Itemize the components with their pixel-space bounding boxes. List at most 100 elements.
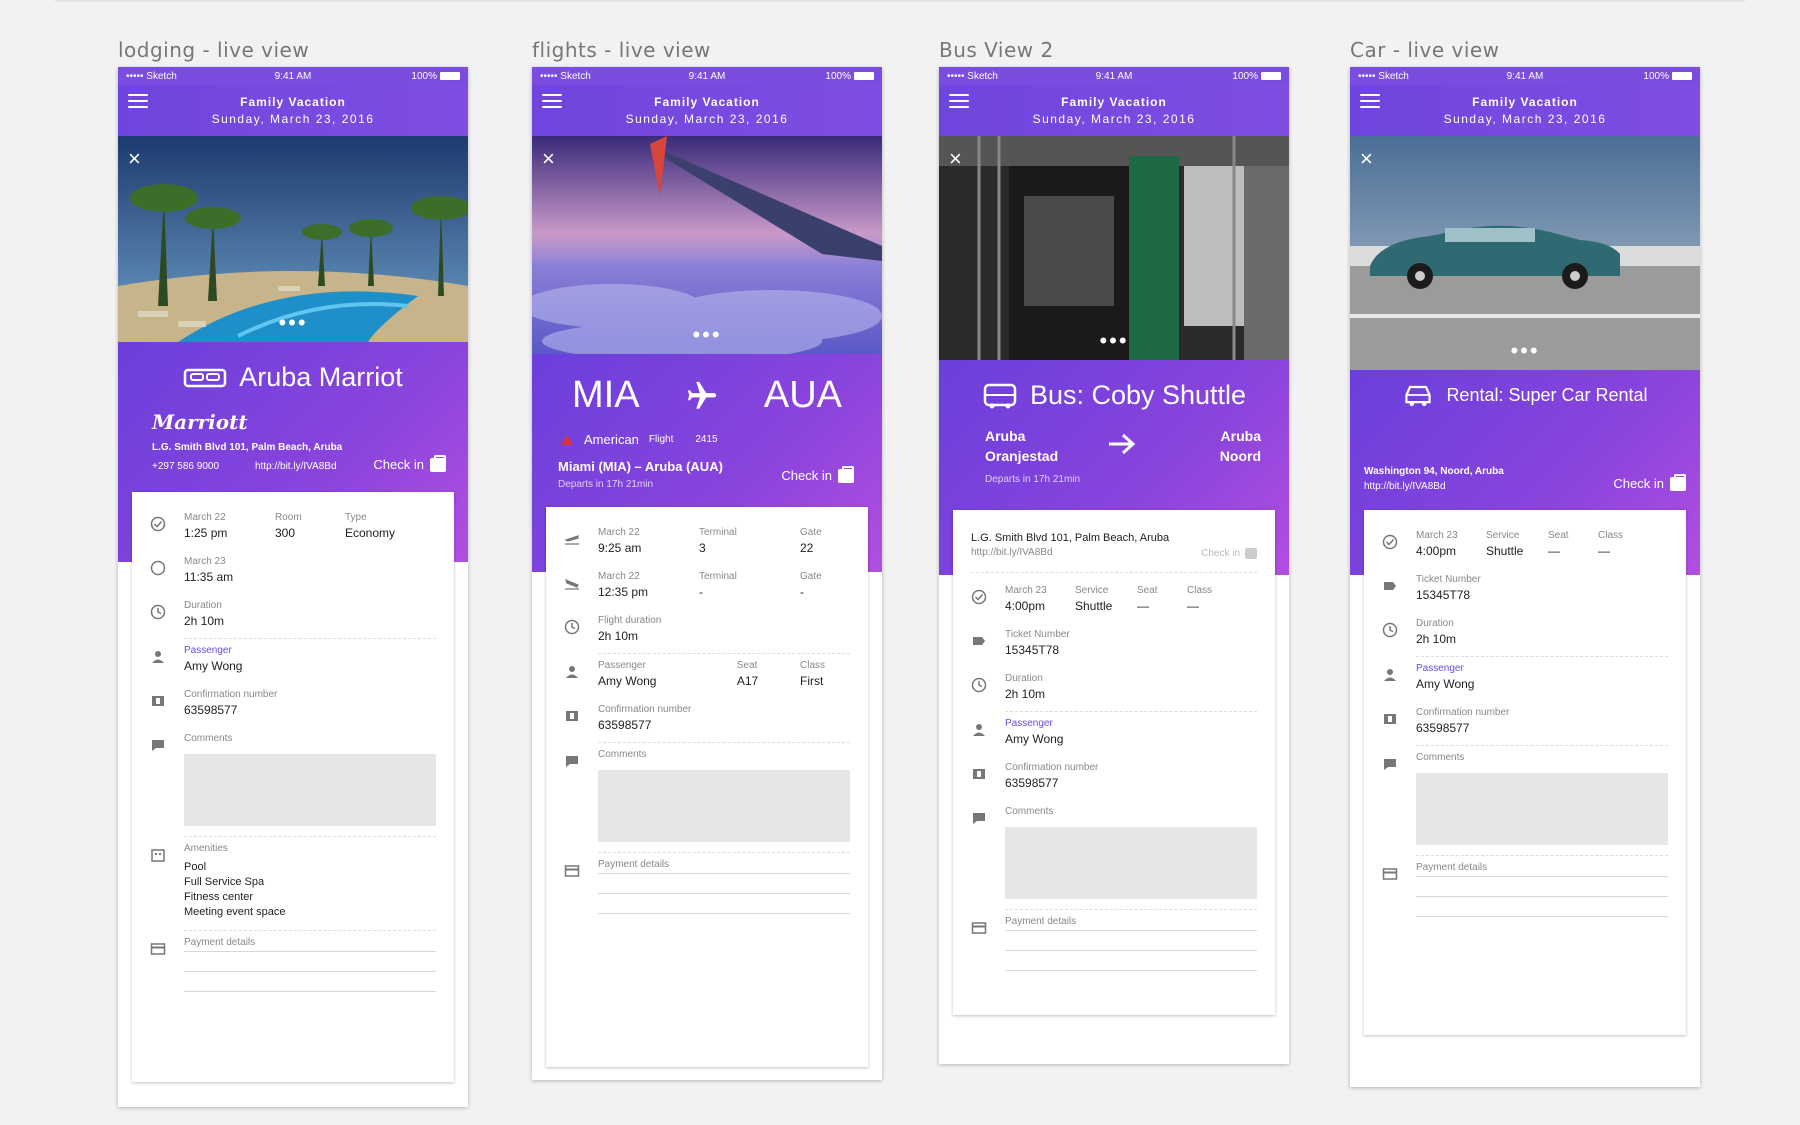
menu-icon[interactable]: [1360, 94, 1380, 110]
vintage-car-photo: [1350, 136, 1700, 370]
check-in-label: Check in: [781, 468, 832, 483]
comments-input[interactable]: [1005, 827, 1257, 899]
time: 4:00pm: [1416, 544, 1457, 558]
time-text: 9:41 AM: [688, 70, 726, 82]
confirmation-row: Confirmation number 63598577: [1384, 701, 1668, 746]
from-place: Aruba Oranjestad: [985, 428, 1059, 464]
car-title-row: Rental: Super Car Rental: [1350, 370, 1700, 408]
amenity-item: Meeting event space: [184, 906, 286, 918]
comment-icon: [973, 813, 985, 824]
arr-time: 12:35 pm: [598, 585, 649, 599]
ticket-row: Ticket Number 15345T78: [1384, 568, 1668, 612]
address-row: L.G. Smith Blvd 101, Palm Beach, Aruba h…: [971, 526, 1257, 573]
car-url[interactable]: http://bit.ly/IVA8Bd: [1364, 481, 1446, 492]
payment-row[interactable]: Payment details: [150, 931, 436, 1002]
comments-label: Comments: [1416, 752, 1465, 763]
lodging-address: L.G. Smith Blvd 101, Palm Beach, Aruba: [152, 442, 343, 453]
dep-gate: 22: [800, 541, 814, 555]
close-icon[interactable]: ×: [542, 148, 555, 170]
more-icon[interactable]: •••: [939, 330, 1289, 352]
close-icon[interactable]: ×: [128, 148, 141, 170]
person-icon: [973, 724, 985, 736]
comments-label: Comments: [598, 749, 647, 760]
route-codes: MIA AUA: [532, 354, 882, 417]
check-in-button[interactable]: Check in: [1613, 473, 1686, 491]
comment-icon: [152, 740, 164, 751]
flight-duration-label: Flight duration: [598, 615, 662, 626]
class-value: First: [800, 674, 824, 688]
person-icon: [566, 666, 578, 678]
close-icon[interactable]: ×: [1360, 148, 1373, 170]
comments-row: Comments: [566, 743, 850, 853]
duration-label: Duration: [184, 600, 222, 611]
passenger-label: Passenger: [1005, 718, 1053, 729]
circle-icon: [150, 560, 166, 576]
menu-icon[interactable]: [128, 94, 148, 110]
check-in-button[interactable]: Check in: [373, 454, 446, 472]
app-bar: Family Vacation Sunday, March 23, 2016: [118, 85, 468, 136]
payment-row[interactable]: Payment details: [564, 853, 850, 924]
amenity-item: Pool: [184, 861, 207, 873]
comments-input[interactable]: [598, 770, 850, 842]
artboard-title: lodging - live view: [118, 38, 310, 62]
confirmation-value: 63598577: [1416, 721, 1470, 735]
airline-row: American Flight 2415: [560, 432, 718, 447]
comments-input[interactable]: [1416, 773, 1668, 845]
service-value: Shuttle: [1075, 599, 1113, 613]
passenger-row: Passenger Amy Wong: [1384, 657, 1668, 701]
date: March 23: [1416, 530, 1458, 541]
payment-row[interactable]: Payment details: [971, 910, 1257, 981]
brand-logo: Marriott: [152, 410, 248, 434]
origin-code: MIA: [572, 374, 640, 416]
time-text: 9:41 AM: [1506, 70, 1544, 82]
lodging-title-row: Aruba Marriot: [118, 342, 468, 393]
more-icon[interactable]: •••: [118, 312, 468, 334]
payment-label: Payment details: [598, 859, 670, 870]
artboard-car: Car - live view ••••• Sketch 9:41 AM 100…: [1350, 32, 1700, 1087]
clock-icon: [1382, 622, 1398, 638]
lodging-phone[interactable]: +297 586 9000: [152, 461, 219, 472]
comments-label: Comments: [1005, 806, 1054, 817]
payment-line: [1005, 931, 1257, 951]
amenity-item: Fitness center: [184, 891, 254, 903]
trip-date: Sunday, March 23, 2016: [1032, 112, 1196, 126]
payment-line: [598, 894, 850, 914]
seat-label: Seat: [736, 660, 758, 671]
clock-icon: [971, 677, 987, 693]
lodging-url[interactable]: http://bit.ly/IVA8Bd: [255, 461, 337, 472]
payment-row[interactable]: Payment details: [1382, 856, 1668, 927]
more-icon[interactable]: •••: [532, 324, 882, 346]
confirmation-value: 63598577: [1005, 776, 1059, 790]
menu-icon[interactable]: [949, 94, 969, 110]
seat-label: Seat: [1548, 530, 1569, 541]
status-bar: ••••• Sketch 9:41 AM 100%: [1350, 67, 1700, 85]
menu-icon[interactable]: [542, 94, 562, 110]
passenger-value: Amy Wong: [184, 659, 243, 673]
more-icon[interactable]: •••: [1350, 340, 1700, 362]
confirmation-row: Confirmation number 63598577: [566, 698, 850, 743]
arr-date: March 22: [598, 571, 640, 582]
close-icon[interactable]: ×: [949, 148, 962, 170]
passenger-row: Passenger Amy Wong Seat A17 Class First: [566, 654, 850, 698]
bus-title-row: Bus: Coby Shuttle: [939, 360, 1289, 411]
service-label: Service: [1486, 530, 1520, 541]
arr-terminal: -: [699, 585, 703, 599]
duration-row: Duration 2h 10m: [150, 594, 436, 639]
ticket-icon: [152, 696, 164, 706]
arrow-right-icon: [1109, 433, 1136, 455]
phone-bus: ••••• Sketch 9:41 AM 100% Family Vacatio…: [939, 67, 1289, 1064]
comments-input[interactable]: [184, 754, 436, 826]
terminal-label: Terminal: [699, 527, 737, 538]
bus-details-card: L.G. Smith Blvd 101, Palm Beach, Aruba h…: [953, 510, 1275, 1015]
check-in-button[interactable]: Check in: [1201, 548, 1257, 559]
passenger-value: Amy Wong: [1005, 732, 1064, 746]
comments-row: Comments: [152, 727, 436, 837]
confirmation-label: Confirmation number: [1005, 762, 1099, 773]
tag-icon: [1384, 582, 1396, 590]
credit-card-icon: [150, 943, 166, 955]
duration-row: Duration 2h 10m: [971, 667, 1257, 712]
class-value: —: [1598, 544, 1610, 558]
seat-value: A17: [736, 674, 759, 688]
luggage-icon: [838, 465, 854, 483]
check-in-button[interactable]: Check in: [781, 465, 854, 483]
